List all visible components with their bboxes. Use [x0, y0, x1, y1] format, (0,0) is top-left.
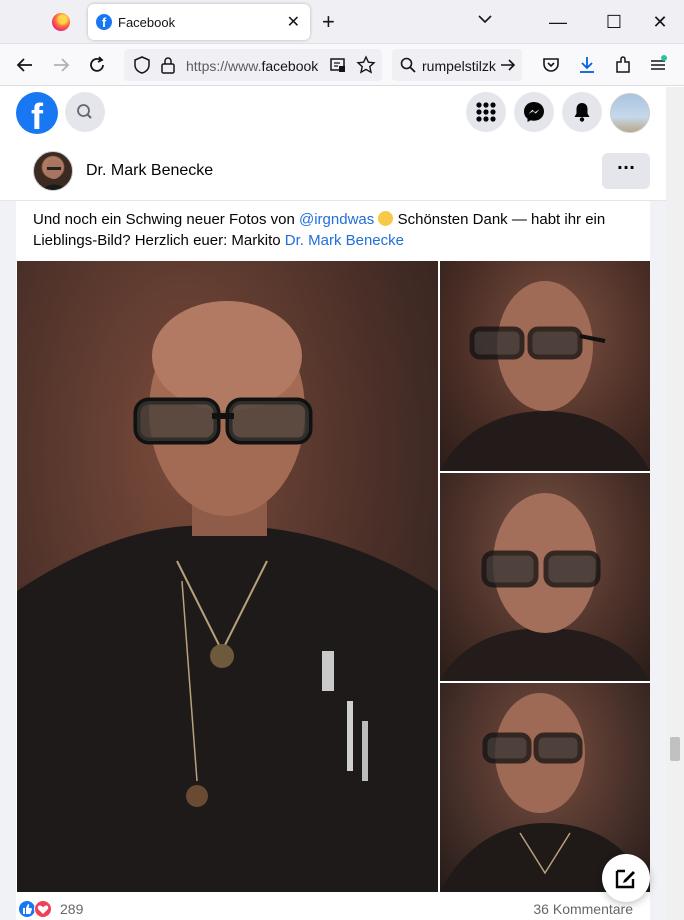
profile-name[interactable]: Dr. Mark Benecke — [86, 162, 213, 180]
menu-grid-icon — [476, 102, 496, 122]
smiling-face-emoji — [378, 211, 394, 226]
go-arrow-icon[interactable] — [498, 55, 522, 75]
download-icon[interactable] — [575, 53, 599, 77]
close-window-button[interactable]: ✕ — [646, 8, 674, 36]
menu-button[interactable] — [466, 92, 506, 132]
facebook-search-button[interactable] — [65, 92, 105, 132]
comment-count[interactable]: 36 Kommentare — [533, 901, 633, 917]
bookmark-star-icon[interactable] — [356, 55, 376, 75]
facebook-top-bar: f — [0, 87, 666, 141]
minimize-button[interactable]: — — [544, 8, 572, 36]
more-options-button[interactable]: ··· — [602, 153, 650, 189]
profile-bar: Dr. Mark Benecke ··· — [0, 141, 666, 201]
facebook-favicon: f — [96, 14, 112, 30]
browser-toolbar: https://www.facebook rumpelstilzk — [0, 44, 684, 86]
page-scrollbar[interactable] — [666, 87, 684, 920]
bell-icon — [574, 103, 590, 122]
search-icon — [399, 56, 417, 74]
messenger-button[interactable] — [514, 92, 554, 132]
messenger-icon — [524, 102, 544, 122]
search-icon — [77, 104, 92, 119]
post-photo-2[interactable] — [440, 261, 650, 471]
firefox-icon[interactable] — [52, 13, 70, 31]
author-link[interactable]: Dr. Mark Benecke — [285, 232, 404, 249]
maximize-button[interactable]: ☐ — [600, 8, 628, 36]
mention-link[interactable]: @irgndwas — [299, 211, 374, 228]
facebook-page: f Dr. Mark Benecke ··· Und noch ein Schw… — [0, 87, 666, 920]
new-tab-button[interactable]: + — [322, 9, 335, 35]
new-message-button[interactable] — [602, 854, 650, 902]
scrollbar-thumb[interactable] — [670, 737, 680, 761]
caption-text: Und noch ein Schwing neuer Fotos von — [33, 211, 299, 228]
reactions-bar: 289 36 Kommentare — [17, 892, 650, 920]
url-host: facebook — [261, 58, 319, 74]
browser-tab-strip: f Facebook ✕ + — ☐ ✕ — [0, 0, 684, 44]
love-icon[interactable] — [34, 900, 52, 918]
facebook-logo[interactable]: f — [16, 92, 58, 134]
avatar[interactable] — [33, 151, 73, 191]
url-text[interactable]: https://www.facebook — [186, 58, 318, 74]
tab-title: Facebook — [118, 15, 176, 30]
notifications-button[interactable] — [562, 92, 602, 132]
chevron-down-icon[interactable] — [476, 10, 494, 28]
pocket-icon[interactable] — [539, 53, 563, 77]
post-caption: Und noch ein Schwing neuer Fotos von @ir… — [33, 209, 633, 251]
reaction-count[interactable]: 289 — [60, 901, 83, 917]
post-photo-3[interactable] — [440, 473, 650, 681]
url-bar[interactable]: https://www.facebook — [124, 49, 382, 81]
tab-facebook[interactable]: f Facebook ✕ — [88, 4, 310, 40]
compose-icon — [615, 869, 635, 889]
reload-icon[interactable] — [85, 53, 109, 77]
post-photo-main[interactable] — [17, 261, 438, 892]
url-scheme: https://www. — [186, 58, 262, 74]
lock-icon[interactable] — [158, 55, 178, 75]
reader-mode-icon[interactable] — [328, 55, 350, 75]
app-menu-icon[interactable] — [646, 53, 670, 77]
search-query[interactable]: rumpelstilzk — [422, 58, 496, 74]
extensions-icon[interactable] — [611, 53, 635, 77]
tab-close-button[interactable]: ✕ — [287, 12, 300, 32]
search-bar[interactable]: rumpelstilzk — [392, 49, 522, 81]
forward-icon[interactable] — [49, 53, 73, 77]
shield-icon[interactable] — [132, 55, 152, 75]
account-avatar[interactable] — [610, 93, 650, 133]
back-icon[interactable] — [13, 53, 37, 77]
